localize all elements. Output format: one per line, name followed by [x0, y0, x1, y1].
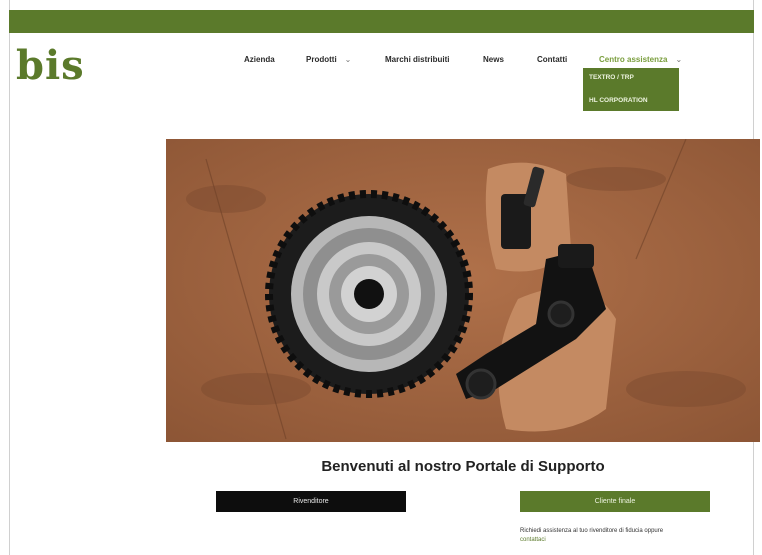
assistance-note-text: Richiedi assistenza al tuo rivenditore d… — [520, 528, 664, 534]
nav-item-label: Prodotti — [306, 55, 337, 64]
welcome-heading: Benvenuti al nostro Portale di Supporto — [321, 458, 605, 475]
bis-logo[interactable]: bis — [16, 44, 85, 88]
nav-item-label: Azienda — [244, 55, 275, 64]
page-border-left — [9, 0, 10, 555]
rivenditore-button[interactable]: Rivenditore — [216, 491, 406, 512]
centro-assistenza-dropdown: TEXTRO / TRP HL CORPORATION — [583, 68, 679, 111]
contattaci-link[interactable]: contattaci — [520, 536, 720, 545]
nav-item-label: Contatti — [537, 55, 568, 64]
assistance-note: Richiedi assistenza al tuo rivenditore d… — [520, 527, 720, 545]
chevron-down-icon: ⌄ — [344, 55, 352, 64]
cliente-finale-button[interactable]: Cliente finale — [520, 491, 710, 512]
dropdown-item-hl-corporation[interactable]: HL CORPORATION — [589, 96, 648, 106]
bike-drivetrain-photo — [166, 139, 760, 442]
dropdown-item-textro-trp[interactable]: TEXTRO / TRP — [589, 73, 634, 83]
nav-item-centro-assistenza[interactable]: Centro assistenza ⌄ — [599, 52, 682, 68]
top-bar — [9, 10, 754, 33]
nav-item-label: Marchi distribuiti — [385, 55, 450, 64]
nav-item-contatti[interactable]: Contatti — [537, 52, 567, 68]
nav-item-label: News — [483, 55, 504, 64]
chevron-down-icon: ⌄ — [675, 55, 683, 64]
nav-item-marchi-distribuiti[interactable]: Marchi distribuiti — [385, 52, 449, 68]
nav-item-prodotti[interactable]: Prodotti ⌄ — [306, 52, 351, 68]
nav-item-label: Centro assistenza — [599, 55, 668, 64]
nav-item-azienda[interactable]: Azienda — [244, 52, 275, 68]
hero-image — [166, 139, 760, 442]
nav-item-news[interactable]: News — [483, 52, 504, 68]
